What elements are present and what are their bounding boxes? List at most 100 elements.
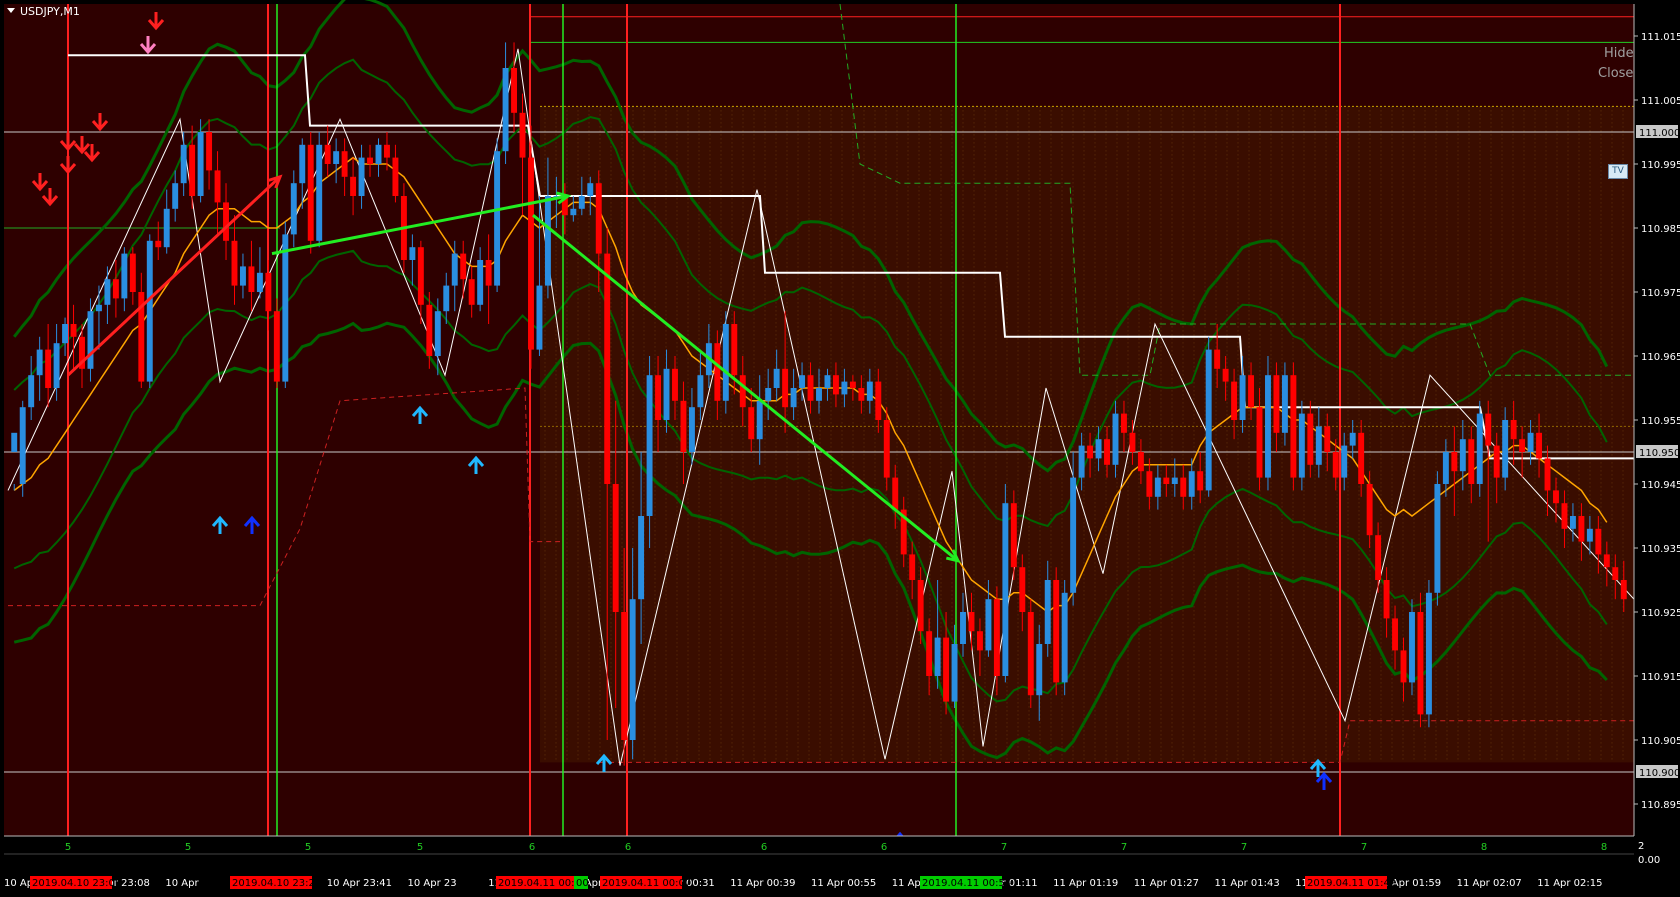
- candle-body: [612, 484, 619, 612]
- candle-body: [1383, 580, 1390, 619]
- candle-body: [985, 599, 992, 651]
- hide-button[interactable]: Hide: [1604, 46, 1634, 61]
- candle-body: [909, 554, 916, 580]
- candle: [1476, 400, 1483, 497]
- time-tick-label: 10 Apr 23: [408, 878, 457, 889]
- candle-body: [1527, 432, 1534, 452]
- candle-body: [875, 381, 882, 420]
- period-number: 8: [1601, 842, 1607, 853]
- candle-body: [1171, 477, 1178, 484]
- price-tick-label: 110.975: [1641, 288, 1680, 299]
- candle-body: [460, 253, 467, 280]
- candle-body: [604, 253, 611, 484]
- candle-body: [1214, 349, 1221, 369]
- candle-body: [993, 599, 1000, 676]
- candle-body: [519, 112, 526, 158]
- range-zone-fill: [540, 106, 1634, 763]
- candle-body: [1053, 580, 1060, 683]
- candle-body: [1027, 612, 1034, 696]
- period-number: 7: [1241, 842, 1247, 853]
- candle-body: [528, 157, 534, 350]
- candle-body: [1256, 407, 1263, 478]
- candle-body: [1400, 650, 1407, 683]
- candle-body: [70, 324, 77, 337]
- candle-body: [95, 304, 102, 312]
- candle: [1061, 580, 1068, 696]
- tv-badge[interactable]: TV: [1608, 164, 1628, 179]
- candle-body: [443, 285, 450, 312]
- price-tick-label: 111.005: [1641, 96, 1680, 107]
- candle-body: [87, 311, 94, 369]
- candle-body: [960, 612, 966, 644]
- candle-body: [866, 381, 873, 401]
- period-number: 6: [625, 842, 631, 853]
- candle-body: [587, 183, 594, 196]
- candle-body: [282, 234, 289, 382]
- candle-body: [485, 260, 492, 286]
- period-number: 6: [881, 842, 887, 853]
- time-tick-label: 11 Apr 00:39: [730, 878, 795, 889]
- price-chart[interactable]: 111.015 111.005 110.995 110.985 110.975 110.9…: [0, 0, 1680, 897]
- candle-body: [1561, 503, 1568, 529]
- price-tick-label: 110.925: [1641, 608, 1680, 619]
- candle-body: [256, 272, 263, 292]
- candle-body: [1019, 567, 1026, 612]
- candle-body: [494, 151, 501, 286]
- candle: [1265, 356, 1271, 491]
- candle: [1205, 336, 1212, 497]
- candle-body: [1104, 439, 1110, 465]
- candle-body: [1265, 375, 1271, 478]
- collapse-triangle-icon[interactable]: [7, 8, 15, 13]
- candle-body: [248, 266, 255, 292]
- candle-body: [1180, 477, 1187, 497]
- close-button[interactable]: Close: [1598, 66, 1633, 81]
- candle-body: [1163, 477, 1170, 484]
- candle-body: [688, 407, 695, 452]
- candle-body: [722, 324, 729, 401]
- candle-body: [1078, 445, 1085, 478]
- candle-body: [1239, 375, 1246, 420]
- range-zone: [540, 105, 1634, 763]
- price-tick-label: 110.995: [1641, 160, 1680, 171]
- candle-body: [799, 375, 806, 388]
- candle-body: [926, 631, 933, 676]
- candle-body: [638, 516, 645, 600]
- period-number: 6: [529, 842, 535, 853]
- candle-body: [1493, 445, 1500, 478]
- period-number: 7: [1121, 842, 1127, 853]
- candle: [273, 298, 280, 388]
- candle: [1002, 484, 1009, 683]
- candle-body: [1146, 471, 1153, 497]
- time-tick-label: 10 Apr 23:41: [327, 878, 392, 889]
- time-highlight-label: 2019.04.11 00:00: [498, 878, 587, 889]
- candle-body: [1070, 477, 1077, 593]
- candle-body: [1281, 375, 1288, 433]
- price-tick-label: 111.015: [1641, 32, 1680, 43]
- candle-body: [536, 285, 543, 350]
- candle-body: [1468, 439, 1475, 484]
- candle-body: [1231, 381, 1238, 420]
- candle-body: [1010, 503, 1017, 568]
- candle-body: [214, 170, 221, 203]
- candle-body: [11, 432, 18, 452]
- candle-body: [392, 157, 399, 196]
- candle-body: [646, 375, 653, 516]
- candle-body: [570, 208, 577, 216]
- candle-body: [1315, 426, 1322, 465]
- period-number: 6: [761, 842, 767, 853]
- price-tick-label: 110.915: [1641, 672, 1680, 683]
- candle-body: [672, 368, 678, 401]
- candle-body: [45, 349, 52, 388]
- time-highlight-label: 2019.04.10 23:00: [32, 878, 121, 889]
- candle-body: [748, 407, 755, 440]
- candle-body: [976, 631, 983, 651]
- candle-body: [663, 368, 670, 420]
- candle-body: [943, 637, 950, 702]
- candle-body: [1409, 612, 1415, 683]
- candle-body: [782, 368, 789, 408]
- candle-body: [1459, 439, 1466, 472]
- time-tick-label: 11 Apr 02:15: [1537, 878, 1602, 889]
- candle-body: [849, 381, 856, 388]
- candle-body: [1273, 375, 1280, 433]
- period-number: 7: [1361, 842, 1367, 853]
